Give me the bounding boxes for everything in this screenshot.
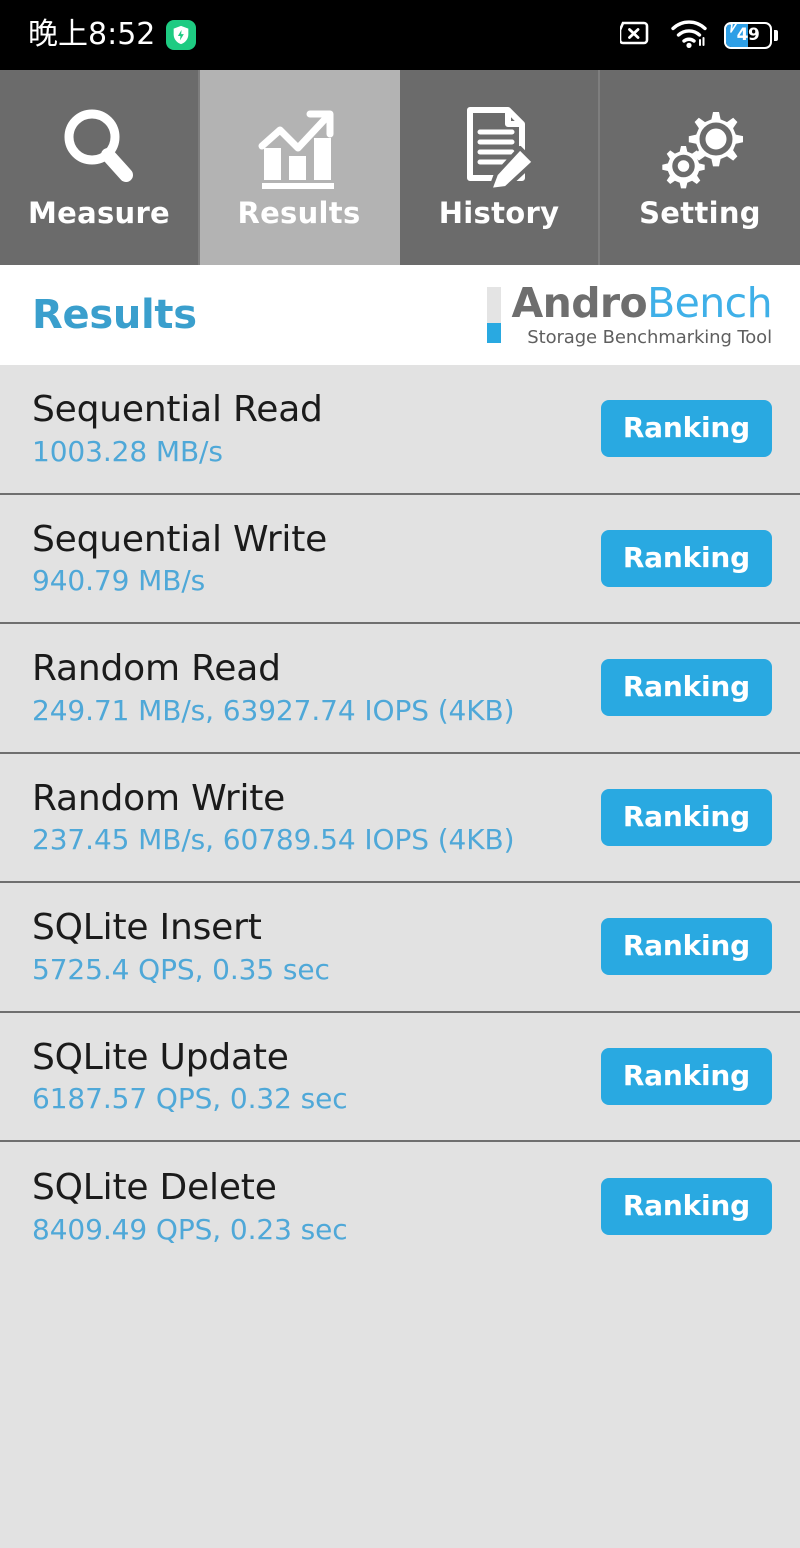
- logo-bar-icon: [487, 286, 502, 344]
- ranking-button[interactable]: Ranking: [600, 659, 772, 717]
- result-value: 940.79 MB/s: [32, 564, 206, 598]
- ranking-button[interactable]: Ranking: [600, 529, 772, 587]
- battery-indicator: 49: [724, 21, 778, 49]
- result-name: SQLite Insert: [32, 907, 262, 949]
- result-info: SQLite Insert 5725.4 QPS, 0.35 sec: [32, 909, 330, 984]
- logo-bar-bottom: [487, 322, 502, 344]
- result-value: 8409.49 QPS, 0.23 sec: [32, 1212, 348, 1246]
- result-info: Random Write 237.45 MB/s, 60789.54 IOPS …: [32, 777, 515, 857]
- table-row[interactable]: Sequential Write 940.79 MB/s Ranking: [0, 494, 800, 624]
- result-name: Random Read: [32, 648, 281, 690]
- logo-word-bench: Bench: [647, 278, 772, 327]
- result-name: Sequential Read: [32, 389, 323, 431]
- document-pen-icon: [456, 101, 542, 193]
- tab-results[interactable]: Results: [200, 70, 400, 265]
- ranking-button[interactable]: Ranking: [600, 1178, 772, 1236]
- battery-icon: 49: [724, 21, 772, 49]
- tab-history-label: History: [438, 196, 560, 230]
- logo-wordmark: AndroBench: [511, 282, 772, 325]
- result-value: 5725.4 QPS, 0.35 sec: [32, 952, 330, 986]
- main-tab-bar: Measure Results History Setting: [0, 70, 800, 265]
- tab-setting[interactable]: Setting: [600, 70, 800, 265]
- page-header: Results AndroBench Storage Benchmarking …: [0, 265, 800, 365]
- bar-chart-icon: [256, 101, 342, 193]
- androbench-logo: AndroBench Storage Benchmarking Tool: [487, 282, 773, 348]
- result-name: SQLite Update: [32, 1036, 289, 1078]
- ranking-button[interactable]: Ranking: [600, 1047, 772, 1105]
- status-bar-right: 49: [618, 18, 778, 53]
- result-name: SQLite Delete: [32, 1167, 277, 1209]
- magnifier-icon: [56, 101, 142, 193]
- ranking-button[interactable]: Ranking: [600, 788, 772, 846]
- result-info: SQLite Update 6187.57 QPS, 0.32 sec: [32, 1036, 348, 1116]
- tab-history[interactable]: History: [400, 70, 600, 265]
- ranking-button[interactable]: Ranking: [600, 918, 772, 976]
- table-row[interactable]: SQLite Insert 5725.4 QPS, 0.35 sec Ranki…: [0, 883, 800, 1013]
- status-clock: 晚上8:52: [28, 17, 156, 52]
- table-row[interactable]: Random Read 249.71 MB/s, 63927.74 IOPS (…: [0, 624, 800, 754]
- ranking-button[interactable]: Ranking: [600, 400, 772, 458]
- status-bar-left: 晚上8:52: [28, 17, 197, 52]
- tab-results-label: Results: [237, 196, 361, 230]
- result-value: 6187.57 QPS, 0.32 sec: [32, 1082, 348, 1116]
- table-row[interactable]: Random Write 237.45 MB/s, 60789.54 IOPS …: [0, 753, 800, 883]
- logo-subtitle: Storage Benchmarking Tool: [527, 326, 772, 348]
- wifi-icon: [670, 18, 708, 53]
- gears-icon: [657, 101, 743, 193]
- table-row[interactable]: SQLite Update 6187.57 QPS, 0.32 sec Rank…: [0, 1012, 800, 1142]
- result-value: 249.71 MB/s, 63927.74 IOPS (4KB): [32, 693, 515, 727]
- page-title: Results: [32, 292, 197, 338]
- tab-measure[interactable]: Measure: [0, 70, 200, 265]
- table-row[interactable]: Sequential Read 1003.28 MB/s Ranking: [0, 365, 800, 495]
- result-info: Random Read 249.71 MB/s, 63927.74 IOPS (…: [32, 648, 515, 727]
- results-list: Sequential Read 1003.28 MB/s Ranking Seq…: [0, 365, 800, 1548]
- logo-word-andro: Andro: [511, 278, 648, 327]
- result-value: 237.45 MB/s, 60789.54 IOPS (4KB): [32, 823, 515, 857]
- table-row[interactable]: SQLite Delete 8409.49 QPS, 0.23 sec Rank…: [0, 1142, 800, 1272]
- result-name: Sequential Write: [32, 518, 328, 560]
- logo-bar-top: [487, 286, 502, 323]
- result-info: SQLite Delete 8409.49 QPS, 0.23 sec: [32, 1169, 348, 1244]
- list-empty-area: [0, 1271, 800, 1548]
- result-info: Sequential Write 940.79 MB/s: [32, 518, 328, 598]
- result-value: 1003.28 MB/s: [32, 434, 223, 468]
- status-bar: 晚上8:52 49: [0, 0, 800, 70]
- tab-measure-label: Measure: [27, 196, 171, 230]
- result-info: Sequential Read 1003.28 MB/s: [32, 391, 323, 466]
- charging-bolt-icon: [727, 23, 738, 33]
- logo-text: AndroBench Storage Benchmarking Tool: [511, 282, 772, 348]
- security-shield-icon: [166, 20, 197, 50]
- result-name: Random Write: [32, 777, 286, 819]
- battery-cap: [774, 29, 778, 41]
- sim-card-off-icon: [618, 18, 654, 52]
- app-window: 晚上8:52 49 Measure Results History Settin…: [0, 0, 800, 1548]
- tab-setting-label: Setting: [639, 196, 761, 230]
